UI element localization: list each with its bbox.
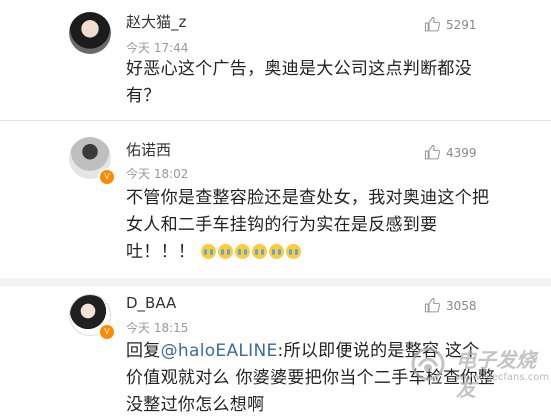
reply-prefix: 回复 — [126, 341, 161, 361]
like-count: 4399 — [446, 145, 477, 160]
comment-username[interactable]: D_BAA — [126, 294, 176, 312]
crying-face-emoji-icon — [268, 243, 284, 259]
like-button[interactable]: 3058 — [424, 297, 477, 314]
emoji-row — [200, 243, 301, 260]
like-button[interactable]: 5291 — [424, 16, 477, 33]
comment-text: 好恶心这个广告，奥迪是大公司这点判断都没有？ — [126, 59, 472, 106]
elecfans-logo-icon — [411, 347, 445, 381]
crying-face-emoji-icon — [200, 243, 216, 259]
section-separator — [0, 278, 551, 286]
watermark-url: www.elecfans.com — [456, 372, 550, 383]
comment-time: 今天 18:15 — [126, 321, 189, 335]
like-button[interactable]: 4399 — [424, 144, 477, 161]
comment-item: V 佑诺西 今天 18:02 4399 不管你是查整容脸还是查处女，我对奥迪这个… — [0, 121, 551, 278]
comment-item: 赵大猫_z 今天 17:44 5291 好恶心这个广告，奥迪是大公司这点判断都没… — [0, 0, 551, 113]
comment-time: 今天 17:44 — [126, 41, 189, 55]
like-count: 3058 — [446, 298, 477, 313]
verified-badge-icon: V — [98, 323, 116, 341]
thumbs-up-icon — [424, 16, 440, 32]
thumbs-up-icon — [424, 297, 440, 313]
mention-link[interactable]: @haloEALINE — [161, 341, 278, 361]
watermark: 电子发烧友 www.elecfans.com — [410, 340, 550, 401]
comment-username[interactable]: 赵大猫_z — [126, 11, 186, 32]
comment-username[interactable]: 佑诺西 — [126, 139, 171, 160]
comment-text: 不管你是查整容脸还是查处女，我对奥迪这个把女人和二手车挂钩的行为实在是反感到要吐… — [126, 185, 496, 266]
crying-face-emoji-icon — [234, 243, 250, 259]
verified-badge-icon: V — [98, 168, 116, 186]
avatar[interactable] — [69, 12, 111, 54]
comment-time: 今天 18:02 — [126, 167, 189, 181]
crying-face-emoji-icon — [285, 243, 301, 259]
like-count: 5291 — [446, 17, 477, 32]
comment-text-body: 不管你是查整容脸还是查处女，我对奥迪这个把女人和二手车挂钩的行为实在是反感到要吐… — [126, 188, 490, 262]
crying-face-emoji-icon — [217, 243, 233, 259]
crying-face-emoji-icon — [251, 243, 267, 259]
thumbs-up-icon — [424, 144, 440, 160]
